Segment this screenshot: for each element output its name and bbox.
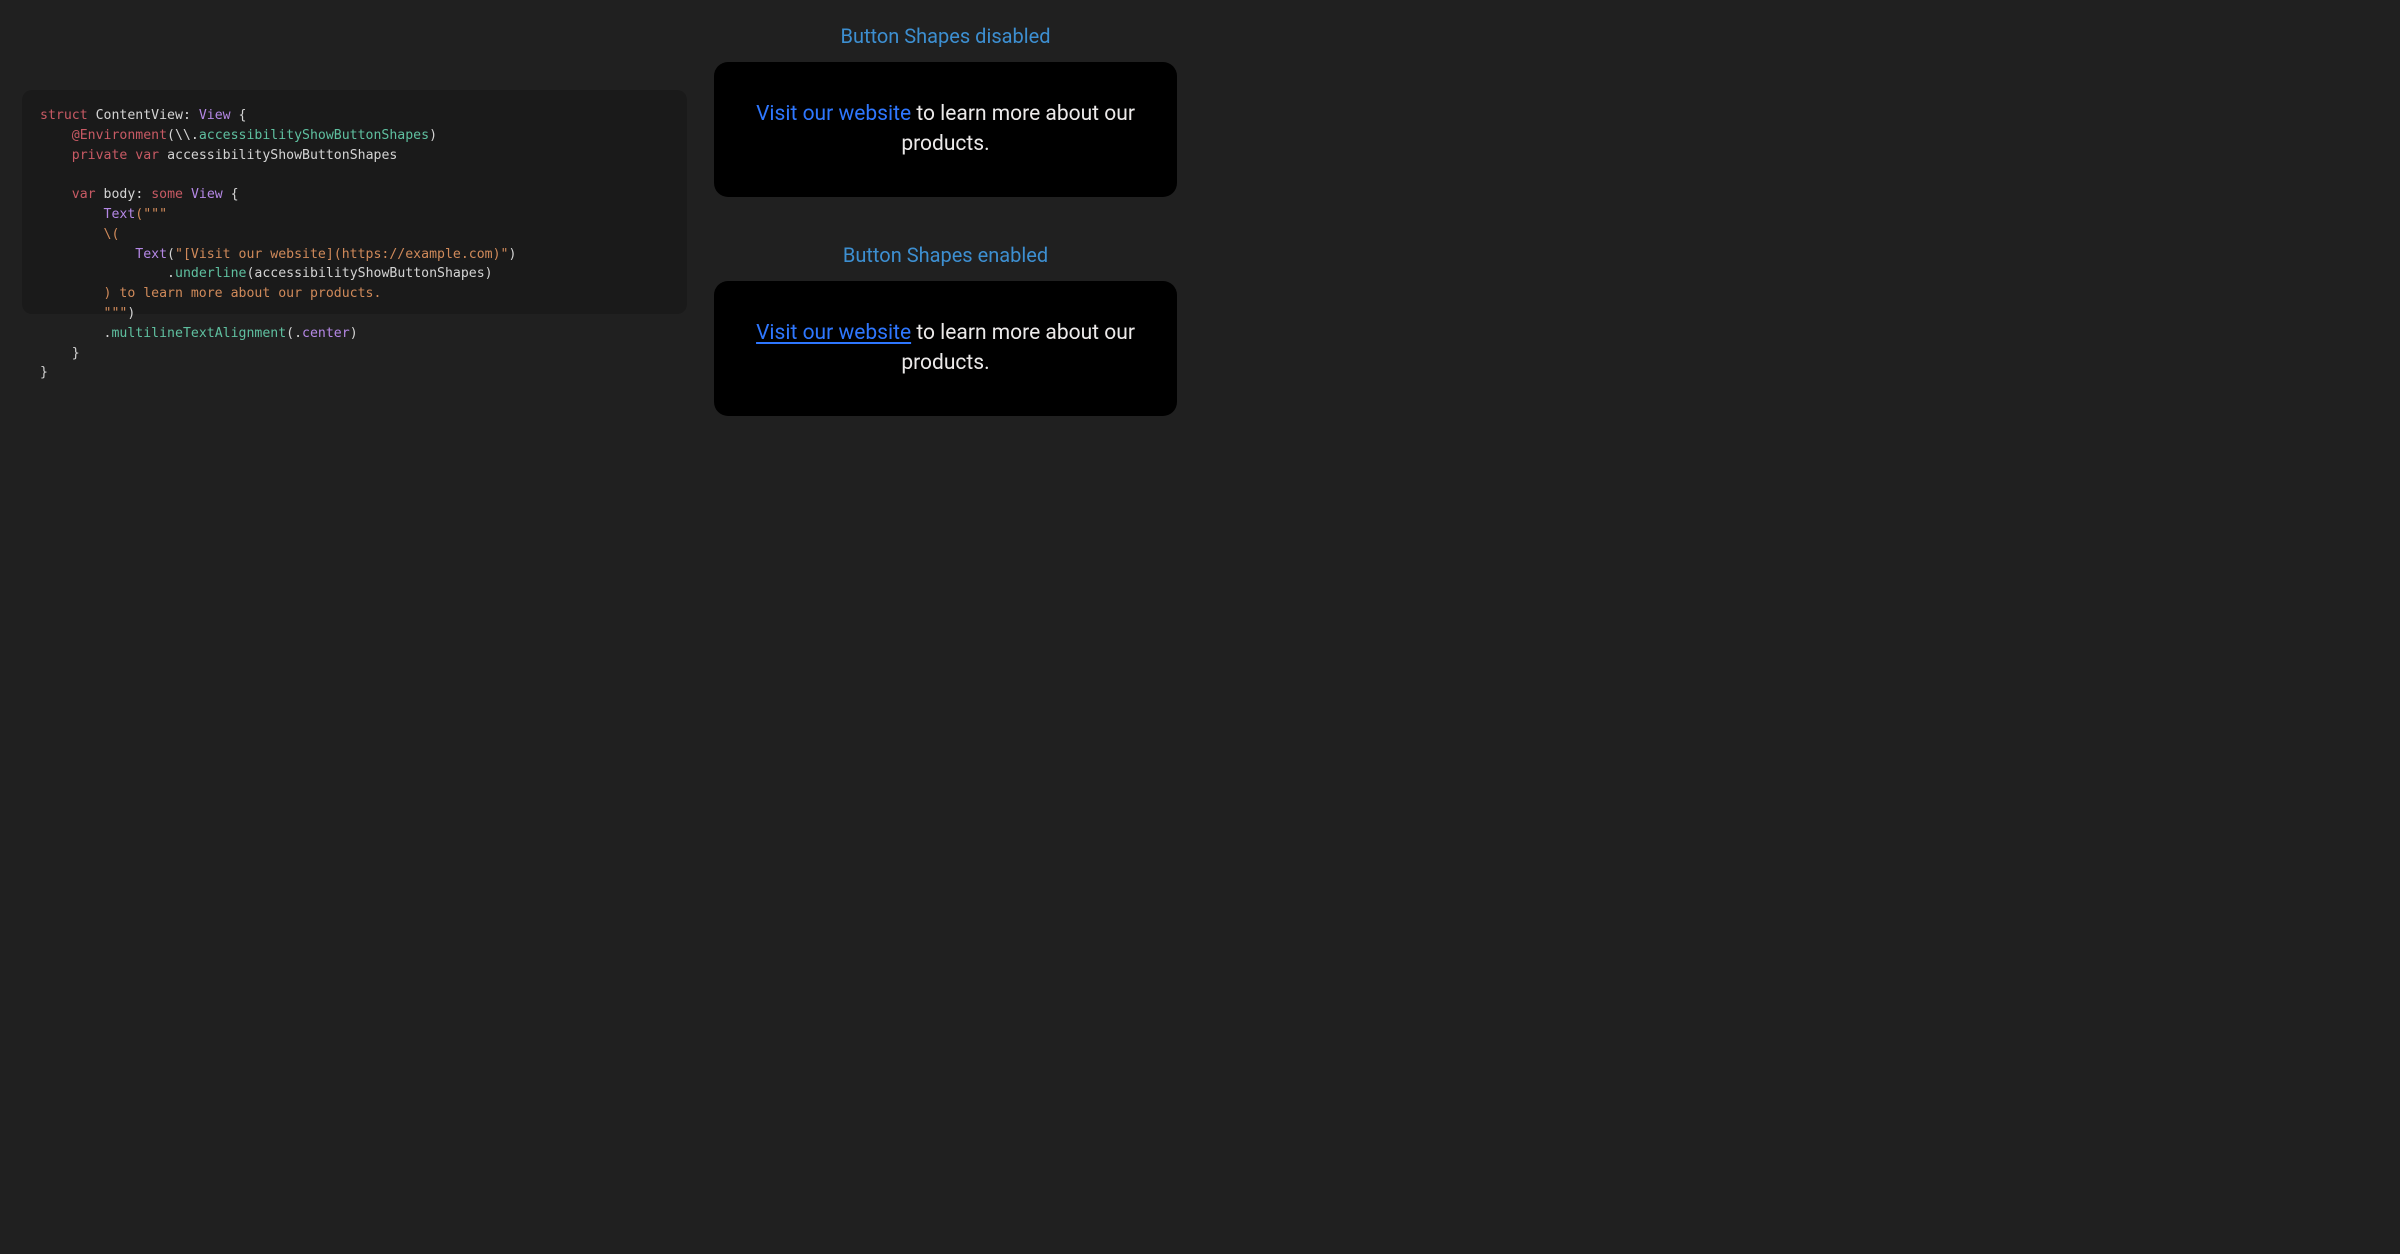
interp-open: \( — [104, 227, 120, 242]
env-open: (\\. — [167, 128, 199, 143]
body-close: } — [72, 346, 80, 361]
inner-literal: "[Visit our website](https://example.com… — [175, 247, 508, 262]
preview-disabled-text: Visit our website to learn more about ou… — [746, 100, 1146, 159]
kw-some: some — [151, 187, 183, 202]
inner-open: ( — [167, 247, 175, 262]
preview-disabled-card: Visit our website to learn more about ou… — [714, 62, 1177, 197]
inner-text-type: Text — [135, 247, 167, 262]
env-close: ) — [429, 128, 437, 143]
code-block-card: struct ContentView: View { @Environment(… — [22, 90, 687, 314]
colon: : — [183, 108, 191, 123]
preview-enabled-group: Button Shapes enabled Visit our website … — [714, 243, 1177, 416]
kw-var-2: var — [72, 187, 96, 202]
body-name: body — [104, 187, 136, 202]
text-type: Text — [104, 207, 136, 222]
mta-close: ) — [350, 326, 358, 341]
struct-close: } — [40, 365, 48, 380]
preview-column: Button Shapes disabled Visit our website… — [714, 24, 1177, 416]
inner-close: ) — [508, 247, 516, 262]
type-view: View — [199, 108, 231, 123]
mta-method: multilineTextAlignment — [111, 326, 286, 341]
body-colon: : — [135, 187, 143, 202]
body-type: View — [191, 187, 223, 202]
preview-disabled-group: Button Shapes disabled Visit our website… — [714, 24, 1177, 197]
env-symbol: accessibilityShowButtonShapes — [199, 128, 429, 143]
preview-disabled-title: Button Shapes disabled — [714, 24, 1177, 48]
underline-close: ) — [485, 266, 493, 281]
triple-close-paren: ) — [127, 306, 135, 321]
open-brace: { — [231, 108, 247, 123]
underline-method: underline — [175, 266, 246, 281]
body-open: { — [223, 187, 239, 202]
preview-disabled-link[interactable]: Visit our website — [756, 102, 911, 126]
preview-enabled-rest: to learn more about our products. — [901, 321, 1135, 374]
preview-enabled-title: Button Shapes enabled — [714, 243, 1177, 267]
env-var-name: accessibilityShowButtonShapes — [167, 148, 397, 163]
preview-enabled-link[interactable]: Visit our website — [756, 321, 911, 345]
preview-enabled-text: Visit our website to learn more about ou… — [746, 319, 1146, 378]
mta-open: (. — [286, 326, 302, 341]
triple-open: (""" — [135, 207, 167, 222]
kw-private: private — [72, 148, 128, 163]
preview-disabled-rest: to learn more about our products. — [901, 102, 1135, 155]
triple-close: """ — [104, 306, 128, 321]
preview-enabled-card: Visit our website to learn more about ou… — [714, 281, 1177, 416]
kw-struct: struct — [40, 108, 88, 123]
struct-name: ContentView — [96, 108, 183, 123]
interp-close-rest: ) to learn more about our products. — [104, 286, 382, 301]
env-decorator: @Environment — [72, 128, 167, 143]
underline-arg: accessibilityShowButtonShapes — [254, 266, 484, 281]
mta-case: center — [302, 326, 350, 341]
kw-var-1: var — [135, 148, 159, 163]
underline-dot: . — [167, 266, 175, 281]
code-block: struct ContentView: View { @Environment(… — [40, 106, 669, 383]
